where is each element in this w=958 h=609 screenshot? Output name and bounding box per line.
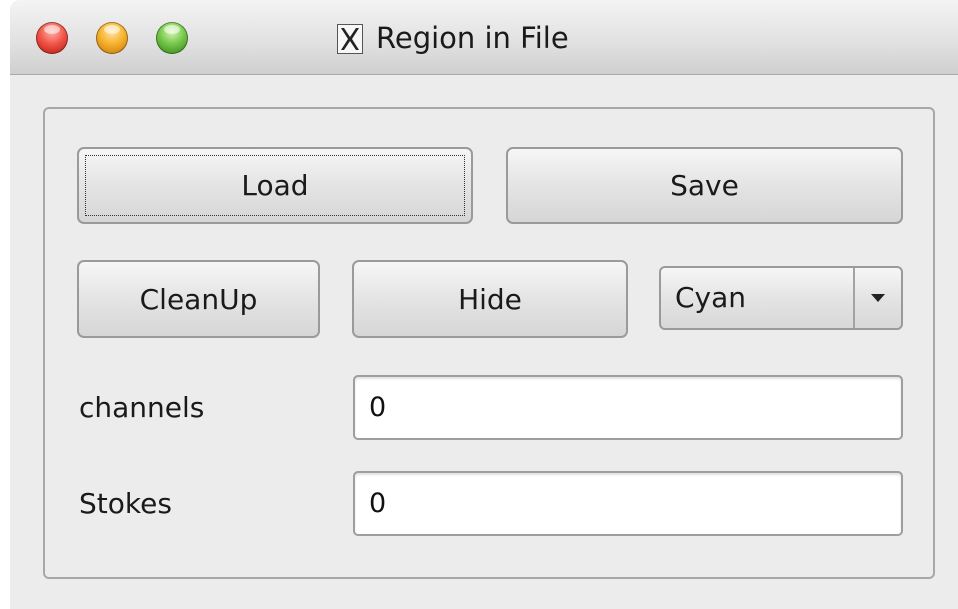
save-button[interactable]: Save: [506, 147, 903, 224]
region-in-file-window: Region in File Load Save CleanUp Hide Cy…: [10, 0, 958, 609]
minimize-window-icon[interactable]: [96, 22, 128, 54]
save-button-label: Save: [670, 169, 739, 202]
x11-icon: [337, 24, 363, 54]
stokes-label: Stokes: [79, 487, 172, 520]
color-select-value: Cyan: [675, 281, 747, 314]
chevron-down-icon[interactable]: [863, 268, 893, 328]
window-title: Region in File: [376, 21, 569, 55]
stokes-input[interactable]: [353, 471, 903, 536]
channels-label: channels: [79, 391, 205, 424]
focus-ring: [85, 155, 465, 216]
load-button[interactable]: Load: [77, 147, 473, 224]
color-select[interactable]: Cyan: [659, 266, 903, 330]
title-bar[interactable]: Region in File: [10, 0, 958, 75]
close-window-icon[interactable]: [36, 22, 68, 54]
cleanup-button[interactable]: CleanUp: [77, 260, 320, 338]
combo-divider: [853, 268, 855, 328]
zoom-window-icon[interactable]: [156, 22, 188, 54]
hide-button-label: Hide: [458, 282, 522, 316]
channels-input[interactable]: [353, 375, 903, 440]
cleanup-button-label: CleanUp: [139, 282, 258, 316]
hide-button[interactable]: Hide: [352, 260, 628, 338]
